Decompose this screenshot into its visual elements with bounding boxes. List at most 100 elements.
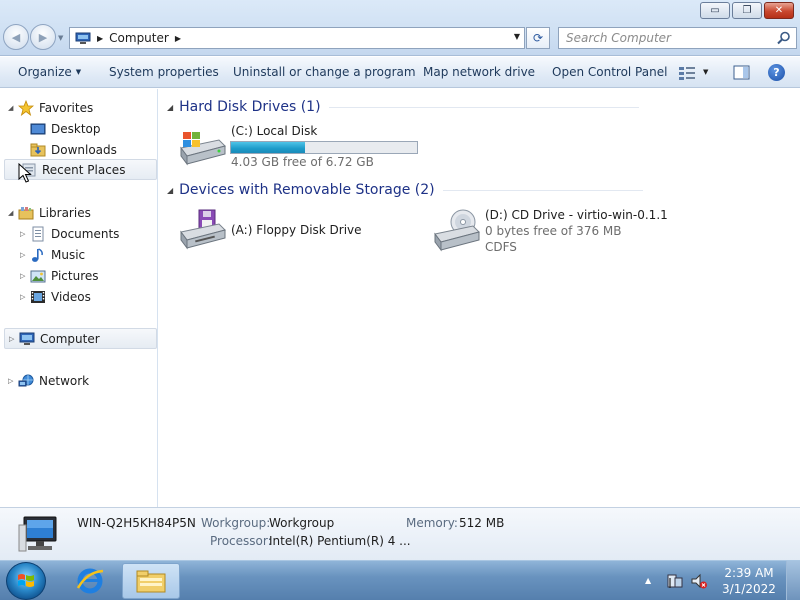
taskbar-windows-explorer[interactable]	[122, 563, 180, 599]
drive-c-tile[interactable]: (C:) Local Disk 4.03 GB free of 6.72 GB	[177, 122, 427, 170]
minimize-icon: ▭	[710, 4, 720, 16]
breadcrumb-computer[interactable]: Computer	[109, 31, 169, 45]
downloads-folder-icon	[30, 143, 46, 156]
collapsed-triangle-icon[interactable]: ▷	[8, 377, 18, 385]
drive-a-tile[interactable]: (A:) Floppy Disk Drive	[177, 206, 397, 252]
nav-music[interactable]: ▷ Music	[20, 244, 85, 265]
nav-favorites-label: Favorites	[39, 100, 94, 115]
group-title: Hard Disk Drives (1)	[179, 99, 321, 115]
libraries-icon	[18, 206, 34, 219]
open-control-panel-button[interactable]: Open Control Panel	[552, 65, 667, 79]
expand-triangle-icon[interactable]: ◢	[8, 104, 18, 112]
nav-downloads-label: Downloads	[51, 142, 117, 157]
help-icon[interactable]: ?	[768, 64, 785, 81]
nav-favorites[interactable]: ◢ Favorites	[8, 97, 93, 118]
group-collapse-icon[interactable]: ◢	[167, 186, 173, 195]
organize-label: Organize	[18, 65, 72, 79]
group-title: Devices with Removable Storage (2)	[179, 182, 435, 198]
nav-network[interactable]: ▷ Network	[8, 370, 89, 391]
workgroup-value: Workgroup	[269, 516, 335, 530]
refresh-button[interactable]: ⟳	[526, 27, 550, 49]
nav-pictures-label: Pictures	[51, 268, 99, 283]
drive-c-free-space: 4.03 GB free of 6.72 GB	[231, 155, 374, 169]
search-box[interactable]	[558, 27, 797, 49]
drive-c-usage-fill	[231, 142, 306, 153]
nav-documents[interactable]: ▷ Documents	[20, 223, 119, 244]
command-bar: Organize ▼ System properties Uninstall or…	[0, 57, 800, 88]
star-icon	[18, 99, 34, 116]
restore-icon: ❐	[742, 4, 752, 16]
forward-button[interactable]: ▶	[30, 24, 56, 50]
computer-icon	[75, 32, 91, 44]
close-button[interactable]: ✕	[764, 2, 794, 19]
uninstall-program-button[interactable]: Uninstall or change a program	[233, 65, 416, 79]
address-dropdown-icon[interactable]: ▼	[514, 32, 520, 41]
taskbar-internet-explorer[interactable]	[66, 564, 114, 598]
nav-downloads[interactable]: Downloads	[20, 139, 117, 160]
drive-a-name: (A:) Floppy Disk Drive	[231, 223, 362, 237]
explorer-folder-icon	[136, 570, 166, 593]
view-options-dropdown-icon[interactable]: ▼	[703, 68, 708, 76]
address-bar[interactable]: ▶ Computer ▶ ▼	[69, 27, 525, 49]
nav-computer[interactable]: ▷ Computer	[4, 328, 157, 349]
floppy-drive-icon	[180, 209, 226, 250]
show-hidden-icons-button[interactable]: ▲	[645, 576, 651, 585]
music-icon	[32, 247, 43, 262]
show-desktop-button[interactable]	[786, 561, 800, 600]
details-pane: WIN-Q2H5KH84P5N Workgroup: Workgroup Mem…	[0, 507, 800, 560]
nav-desktop[interactable]: Desktop	[20, 118, 101, 139]
collapsed-triangle-icon[interactable]: ▷	[20, 251, 30, 259]
videos-icon	[31, 290, 45, 303]
forward-arrow-icon: ▶	[38, 30, 48, 44]
nav-recent-places-label: Recent Places	[42, 162, 126, 177]
close-icon: ✕	[774, 4, 784, 16]
workgroup-label: Workgroup:	[201, 516, 271, 530]
search-icon[interactable]	[777, 31, 791, 45]
back-button[interactable]: ◀	[3, 24, 29, 50]
start-button[interactable]	[6, 562, 46, 600]
clock-time: 2:39 AM	[724, 566, 774, 580]
system-properties-button[interactable]: System properties	[109, 65, 219, 79]
memory-label: Memory:	[406, 516, 458, 530]
minimize-button[interactable]: ▭	[700, 2, 730, 19]
hard-disk-icon	[180, 132, 226, 166]
change-view-icon[interactable]	[678, 65, 696, 81]
system-clock[interactable]: 2:39 AM 3/1/2022	[720, 565, 778, 597]
breadcrumb-arrow-icon[interactable]: ▶	[97, 34, 103, 43]
navigation-pane: ◢ Favorites Desktop Downloads Recent Pla…	[0, 89, 158, 507]
recent-pages-dropdown[interactable]: ▼	[58, 34, 63, 42]
desktop-icon	[30, 123, 46, 134]
preview-pane-icon[interactable]	[733, 64, 750, 81]
internet-explorer-icon	[76, 568, 104, 594]
maximize-button[interactable]: ❐	[732, 2, 762, 19]
collapsed-triangle-icon[interactable]: ▷	[20, 293, 30, 301]
group-collapse-icon[interactable]: ◢	[167, 103, 173, 112]
nav-pictures[interactable]: ▷ Pictures	[20, 265, 99, 286]
memory-value: 512 MB	[459, 516, 505, 530]
collapsed-triangle-icon[interactable]: ▷	[20, 272, 30, 280]
breadcrumb-arrow-icon[interactable]: ▶	[175, 34, 181, 43]
computer-large-icon	[18, 516, 57, 552]
nav-desktop-label: Desktop	[51, 121, 101, 136]
organize-button[interactable]: Organize ▼	[18, 65, 81, 79]
clock-date: 3/1/2022	[722, 582, 776, 596]
taskbar: ▲ 2:39 AM 3/1/2022	[0, 560, 800, 600]
drive-d-free-space: 0 bytes free of 376 MB	[485, 224, 622, 238]
group-header-removable-storage[interactable]: ◢ Devices with Removable Storage (2)	[167, 179, 643, 201]
expand-triangle-icon[interactable]: ◢	[8, 209, 18, 217]
nav-libraries[interactable]: ◢ Libraries	[8, 202, 91, 223]
collapsed-triangle-icon[interactable]: ▷	[9, 335, 19, 343]
refresh-icon: ⟳	[532, 31, 544, 45]
drive-c-usage-bar	[230, 141, 418, 154]
group-header-hard-disk-drives[interactable]: ◢ Hard Disk Drives (1)	[167, 96, 639, 118]
action-center-flag-icon[interactable]	[666, 572, 684, 590]
drive-d-tile[interactable]: (D:) CD Drive - virtio-win-0.1.1 0 bytes…	[431, 206, 671, 254]
map-network-drive-button[interactable]: Map network drive	[423, 65, 535, 79]
window-controls: ▭ ❐ ✕	[698, 2, 794, 19]
collapsed-triangle-icon[interactable]: ▷	[20, 230, 30, 238]
nav-videos[interactable]: ▷ Videos	[20, 286, 91, 307]
volume-muted-icon[interactable]	[690, 572, 708, 590]
search-input[interactable]	[559, 28, 759, 48]
nav-libraries-label: Libraries	[39, 205, 91, 220]
processor-label: Processor:	[210, 534, 272, 548]
